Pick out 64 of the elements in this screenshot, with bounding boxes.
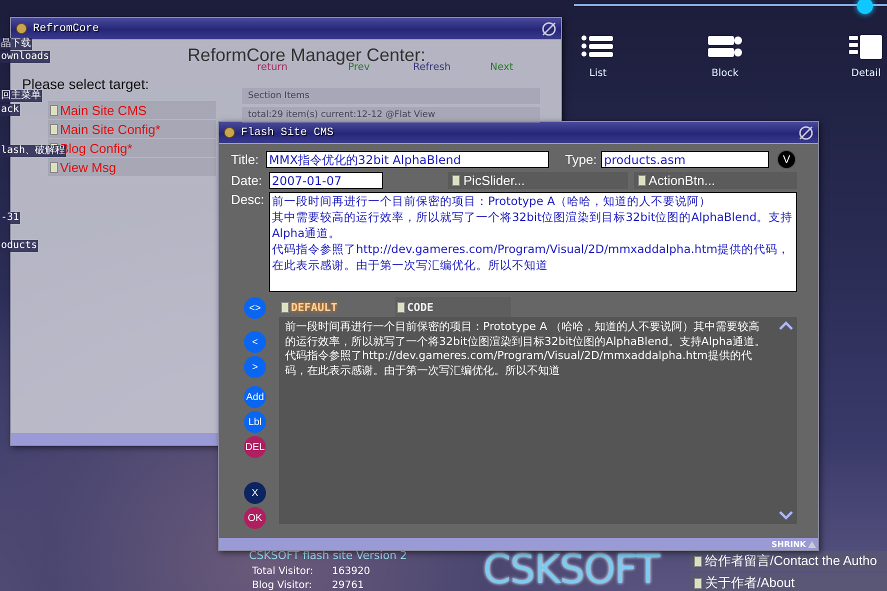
triangle-up-icon — [808, 540, 816, 548]
background-link-text: 回主菜单 — [0, 90, 42, 102]
round-button[interactable]: X — [244, 482, 266, 504]
document-icon — [694, 556, 702, 566]
editor-tab[interactable]: CODE — [395, 297, 511, 317]
toolbar-label[interactable]: return — [257, 62, 288, 73]
type-dropdown-button[interactable]: V — [777, 150, 796, 169]
title-field[interactable]: MMX指令优化的32bit AlphaBlend — [266, 151, 549, 168]
action-button[interactable]: PicSlider... — [448, 172, 628, 189]
round-button[interactable]: < — [244, 331, 266, 353]
document-icon — [50, 124, 58, 134]
document-icon — [281, 302, 289, 312]
background-link-text: oducts — [0, 240, 38, 252]
round-button[interactable]: DEL — [244, 436, 266, 458]
scroll-up-icon[interactable] — [779, 321, 793, 330]
background-link-text: -31 — [0, 212, 20, 224]
stat-value: 163920 — [332, 566, 370, 577]
footer-link[interactable]: 给作者留言/Contact the Autho — [690, 551, 887, 571]
window-title: Flash Site CMS — [241, 126, 334, 138]
slider-knob[interactable] — [857, 0, 873, 14]
window-title: RefromCore — [33, 22, 100, 34]
round-button[interactable]: OK — [244, 507, 266, 529]
detail-view-icon — [848, 34, 884, 60]
close-icon[interactable] — [541, 20, 557, 36]
manager-heading: ReformCore Manager Center: — [187, 46, 426, 64]
stat-label: Total Visitor: — [252, 566, 314, 577]
window-dot-icon — [224, 127, 235, 138]
document-icon — [452, 175, 460, 186]
field-label: Type: — [565, 152, 598, 167]
list-view-icon — [580, 34, 616, 60]
version-text: CSKSOFT flash site Version 2 — [249, 549, 408, 562]
footer-link[interactable]: 关于作者/About — [690, 573, 887, 591]
background-link-text: 晶下载 — [0, 38, 32, 50]
round-button[interactable]: > — [244, 356, 266, 378]
date-field[interactable]: 2007-01-07 — [268, 172, 384, 189]
view-mode-label[interactable]: Detail — [851, 68, 881, 79]
editor-text[interactable]: 前一段时间再进行一个目前保密的项目：Prototype A （哈哈，知道的人不要说阿）其中需要较高的运行效率，所以就写了一个将32bit位图渲染到目标32bit位图的AlphaBlend。支持Alpha通道。代码指令参照了http://dev.gameres.com/Program/Visual/2D/mmxaddalpha.htm提供的代码，在此表示感谢。由于第一次写汇编优化。所以不知道 — [279, 317, 775, 524]
view-mode-label[interactable]: List — [589, 68, 607, 79]
field-label: Date: — [231, 173, 264, 188]
document-icon — [50, 104, 58, 116]
toolbar-label[interactable]: Refresh — [413, 62, 451, 73]
stat-value: 29761 — [332, 580, 364, 591]
round-button[interactable]: Add — [244, 386, 266, 408]
block-view-icon — [707, 34, 743, 60]
desc-field[interactable]: 前一段时间再进行一个目前保密的项目：Prototype A（哈哈，知道的人不要说阿） 其中需要较高的运行效率，所以就写了一个将32bit位图渲染到目标32bit位图的AlphaBlend。支持Alpha通道。 代码指令参照了http://dev.gameres.com/Program/Visual/2D/mmxaddalpha.htm提供的代码，在此表示感谢。由于第一次写汇编优化。所以不知道 — [268, 192, 797, 292]
field-label: Title: — [231, 152, 260, 167]
type-field[interactable]: products.asm — [601, 151, 769, 168]
section-header: Section Items — [242, 88, 540, 104]
background-link-text: ack — [0, 104, 20, 116]
logo-text: CSKSOFT — [483, 548, 660, 591]
background-link-text: ownloads — [0, 51, 50, 63]
document-icon — [397, 302, 405, 312]
scroll-down-icon[interactable] — [779, 511, 793, 520]
round-button[interactable]: Lbl — [244, 411, 266, 433]
window-dot-icon — [16, 23, 27, 34]
round-button[interactable]: <> — [244, 297, 266, 319]
close-icon[interactable] — [798, 124, 814, 140]
document-icon — [638, 175, 646, 186]
stat-label: Blog Visitor: — [252, 580, 312, 591]
field-label: Desc: — [231, 192, 266, 207]
view-mode-label[interactable]: Block — [711, 68, 739, 79]
action-button[interactable]: ActionBtn... — [634, 172, 797, 189]
document-icon — [694, 578, 702, 588]
document-icon — [50, 162, 58, 172]
